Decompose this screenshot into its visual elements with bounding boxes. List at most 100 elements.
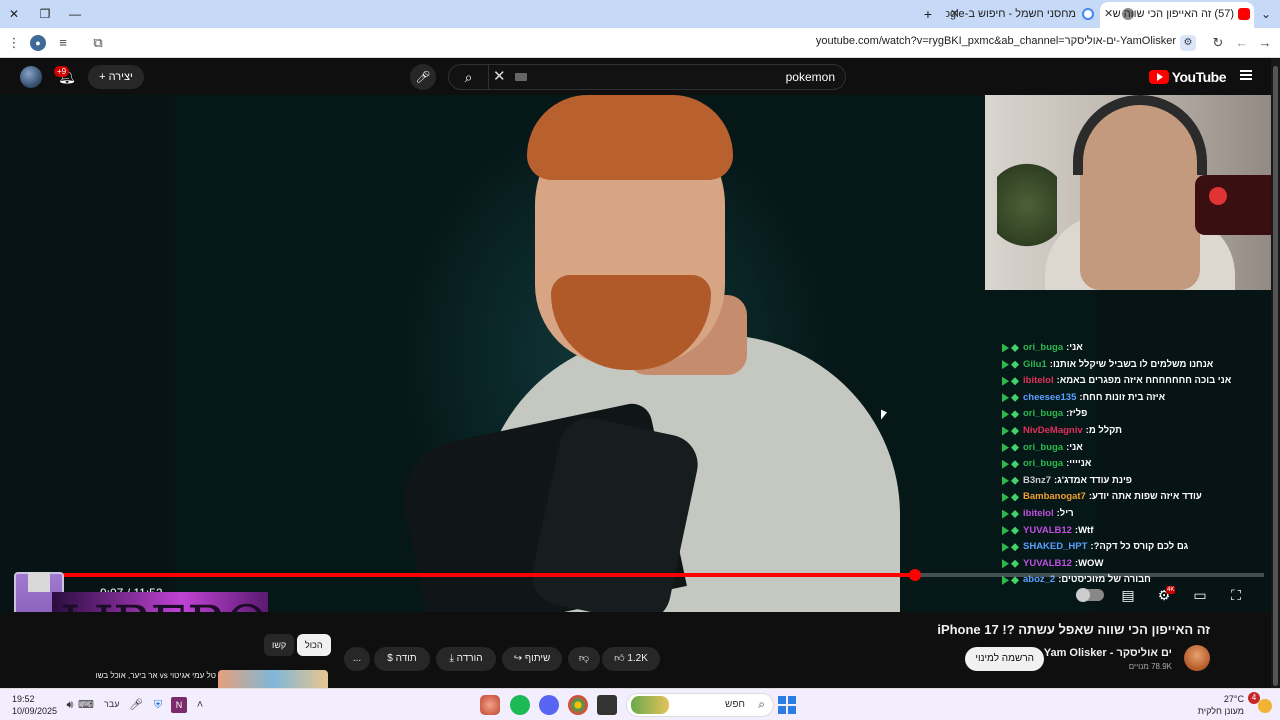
chat-username[interactable]: ibitelol: [1023, 506, 1054, 522]
create-label: יצירה: [108, 71, 133, 83]
chrome-icon[interactable]: [568, 695, 588, 715]
close-window-icon[interactable]: ✕: [6, 6, 22, 22]
menu-kebab-icon[interactable]: ⋮: [6, 35, 22, 51]
scrollbar-thumb[interactable]: [1273, 66, 1278, 686]
app-icon-game[interactable]: [480, 695, 500, 715]
address-bar[interactable]: youtube.com/watch?v=rygBKI_pxmc&ab_chann…: [120, 32, 1202, 54]
tab-google-search[interactable]: ✕ מחסני חשמל - חיפוש ב-Google: [946, 2, 1096, 28]
like-button[interactable]: 1.2K 👍︎: [602, 647, 660, 671]
spotify-icon[interactable]: [510, 695, 530, 715]
channel-name[interactable]: ים אוליסקר - Yam Olisker: [1044, 647, 1172, 659]
address-url[interactable]: youtube.com/watch?v=rygBKI_pxmc&ab_chann…: [816, 35, 1176, 47]
network-icon[interactable]: ⌨: [78, 697, 94, 713]
chip-all[interactable]: הכול: [297, 634, 331, 656]
game-controller: [1195, 175, 1280, 235]
notifications-badge: +9: [54, 66, 70, 77]
chat-username[interactable]: NivDeMagniv: [1023, 423, 1083, 439]
profile-avatar[interactable]: ●: [30, 35, 46, 51]
chevron-up-icon[interactable]: ˄: [192, 697, 208, 713]
chat-message: NivDeMagniv: תקלל מ: [1002, 423, 1278, 439]
clock[interactable]: 19:52 10/09/2025: [12, 693, 57, 717]
chat-username[interactable]: YUVALB12: [1023, 523, 1072, 539]
chat-username[interactable]: Bambanogat7: [1023, 489, 1086, 505]
video-frame[interactable]: [175, 95, 1270, 612]
taskbar-search[interactable]: חפש ⌕: [626, 693, 774, 717]
chat-text: פליז: [1069, 408, 1088, 420]
chat-badge-icon: [1002, 409, 1009, 419]
search-box[interactable]: ⌕ ✕ pokemon: [448, 64, 846, 90]
language-indicator[interactable]: עבר: [104, 699, 119, 709]
share-button[interactable]: שיתוף ↪: [502, 647, 562, 671]
chat-username[interactable]: ibitelol: [1023, 373, 1054, 389]
chat-badge-icon: [1011, 460, 1019, 469]
chat-username[interactable]: ori_buga: [1023, 456, 1063, 472]
chat-username[interactable]: ori_buga: [1023, 340, 1063, 356]
chat-badge-icon: [1011, 559, 1019, 568]
clear-search-icon[interactable]: ✕: [493, 67, 506, 87]
chat-username[interactable]: SHAKED_HPT: [1023, 539, 1087, 555]
dislike-button[interactable]: 👎︎: [568, 647, 600, 671]
channel-avatar[interactable]: [1184, 645, 1210, 671]
theater-mode-icon[interactable]: ▭: [1190, 586, 1210, 604]
chat-username[interactable]: ori_buga: [1023, 440, 1063, 456]
minimize-window-icon[interactable]: —: [67, 6, 83, 22]
chat-badge-icon: [1002, 360, 1009, 370]
chat-username[interactable]: cheesee135: [1023, 390, 1076, 406]
windows-start-icon[interactable]: [778, 696, 796, 714]
mouse-cursor-icon: [881, 409, 887, 423]
browser-tab-bar: ✕ ❐ — ⌄ ✕ (57) זה האייפון הכי שווה ש ✕ מ…: [0, 0, 1280, 28]
search-input[interactable]: pokemon: [786, 70, 835, 84]
chat-username[interactable]: ori_buga: [1023, 406, 1063, 422]
subscriber-count: 78.9K מנויים: [1128, 662, 1172, 671]
youtube-logo-text: YouTube: [1171, 69, 1227, 85]
site-info-icon[interactable]: ⚙: [1180, 35, 1196, 51]
thanks-button[interactable]: תודה $: [374, 647, 430, 671]
discord-icon[interactable]: [539, 695, 559, 715]
tab-search-icon[interactable]: ⌄: [1258, 6, 1274, 22]
extensions-icon[interactable]: ⧉: [90, 35, 106, 51]
tab-youtube-video[interactable]: ✕ (57) זה האייפון הכי שווה ש: [1100, 2, 1254, 28]
page-scrollbar[interactable]: [1271, 58, 1280, 688]
onenote-icon[interactable]: N: [171, 697, 187, 713]
chat-message: YUVALB12: WOW: [1002, 556, 1278, 572]
create-button[interactable]: יצירה +: [88, 65, 144, 89]
search-icon[interactable]: ⌕: [449, 65, 489, 89]
chat-username[interactable]: B3nz7: [1023, 473, 1051, 489]
forward-icon[interactable]: ←: [1234, 35, 1250, 51]
more-actions-button[interactable]: ...: [344, 647, 370, 671]
shield-icon[interactable]: ⛨: [150, 697, 166, 713]
chip-related[interactable]: קשו: [264, 634, 295, 656]
file-explorer-icon[interactable]: [597, 695, 617, 715]
hamburger-menu-icon[interactable]: [1240, 70, 1252, 80]
chat-text: אניייי: [1069, 458, 1092, 470]
chat-message: ibitelol: אני בוכה חחחחחחח איזה מפגרים ב…: [1002, 373, 1278, 389]
keyboard-icon[interactable]: [515, 73, 527, 81]
microphone-tray-icon[interactable]: 🎤︎: [128, 697, 144, 713]
reload-icon[interactable]: ↻: [1210, 35, 1226, 51]
new-tab-button[interactable]: +: [920, 6, 936, 22]
download-button[interactable]: הורדה ⤓: [436, 647, 496, 671]
progress-knob[interactable]: [908, 569, 921, 581]
back-icon[interactable]: →: [1257, 35, 1273, 51]
reading-list-icon[interactable]: ≡: [55, 35, 71, 51]
fullscreen-icon[interactable]: ⛶: [1226, 586, 1246, 604]
chat-username[interactable]: YUVALB12: [1023, 556, 1072, 572]
chat-badge-icon: [1002, 492, 1009, 502]
restore-window-icon[interactable]: ❐: [37, 6, 53, 22]
recommended-title[interactable]: טל עמי אגיטוי vs אר ביער, אוכל בשו: [76, 670, 216, 681]
plus-icon: +: [99, 71, 106, 83]
chat-text: גם לכם קורס כל דקה?: [1093, 541, 1189, 553]
user-avatar[interactable]: [20, 66, 42, 88]
voice-search-icon[interactable]: 🎤︎: [410, 64, 436, 90]
subscribe-button[interactable]: הרשמה למינוי: [965, 647, 1044, 671]
subtitles-icon[interactable]: ▤: [1118, 586, 1138, 604]
youtube-logo[interactable]: YouTube: [1148, 68, 1227, 86]
weather-widget[interactable]: 27°C מעונן חלקית: [1198, 693, 1244, 717]
autoplay-toggle[interactable]: [1076, 588, 1104, 602]
streamer-webcam: [985, 95, 1280, 290]
chat-message: YUVALB12: Wtf: [1002, 523, 1278, 539]
chat-message: cheesee135: איזה בית זונות חחח: [1002, 390, 1278, 406]
chat-badge-icon: [1011, 360, 1019, 369]
chat-username[interactable]: Gilu1: [1023, 357, 1047, 373]
volume-icon[interactable]: 🔊︎: [62, 697, 78, 713]
